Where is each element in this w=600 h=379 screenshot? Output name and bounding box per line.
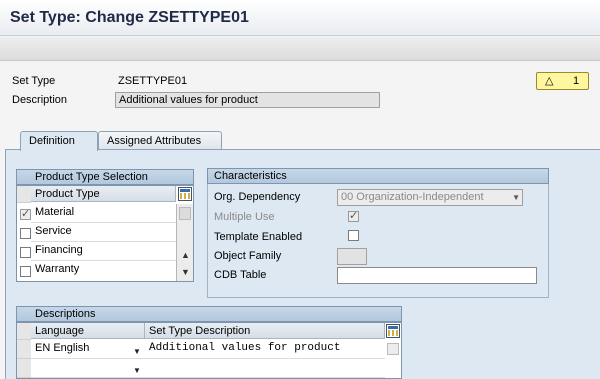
- language-value: EN English: [35, 342, 90, 354]
- template-enabled-label: Template Enabled: [214, 231, 303, 243]
- descriptions-title: Descriptions: [35, 308, 96, 320]
- row-label-service: Service: [35, 225, 72, 237]
- object-family-input[interactable]: [337, 248, 367, 265]
- description-value: Additional values for product: [119, 94, 258, 106]
- message-count: 1: [573, 75, 580, 87]
- product-type-selection-header: Product Type Selection: [16, 169, 194, 185]
- checkbox-financing[interactable]: [20, 247, 31, 258]
- row-selector[interactable]: [17, 340, 31, 359]
- description-label: Description: [12, 94, 68, 106]
- table-settings-icon[interactable]: [386, 324, 400, 338]
- multiple-use-checkbox[interactable]: [348, 209, 359, 222]
- object-family-label: Object Family: [214, 250, 282, 262]
- chevron-down-icon[interactable]: ▼: [133, 366, 141, 375]
- chevron-down-icon: ▼: [512, 193, 520, 202]
- description-cell[interactable]: Additional values for product: [145, 340, 385, 359]
- tab-definition[interactable]: Definition: [20, 131, 98, 151]
- language-column-label: Language: [35, 325, 84, 337]
- cdb-table-label: CDB Table: [214, 269, 267, 281]
- characteristics-header: Characteristics: [207, 168, 549, 184]
- tab-definition-label: Definition: [29, 135, 75, 147]
- set-type-description-column-header[interactable]: Set Type Description: [145, 323, 385, 339]
- checkbox-warranty[interactable]: [20, 266, 31, 277]
- list-item: Service: [31, 223, 176, 242]
- messages-button[interactable]: △ 1: [536, 72, 589, 90]
- chevron-down-icon[interactable]: ▼: [133, 347, 141, 356]
- row-label-financing: Financing: [35, 244, 83, 256]
- language-cell[interactable]: EN English: [31, 340, 145, 359]
- org-dependency-select[interactable]: 00 Organization-Independent ▼: [337, 189, 523, 206]
- application-toolbar: [0, 37, 600, 61]
- language-cell[interactable]: [31, 359, 145, 378]
- list-item: Financing: [31, 242, 176, 261]
- product-type-column-header[interactable]: Product Type: [31, 186, 176, 202]
- org-dependency-value: 00 Organization-Independent: [341, 191, 484, 203]
- vertical-scrollbar[interactable]: ▲ ▼: [176, 204, 193, 281]
- description-cell-value: Additional values for product: [149, 342, 341, 354]
- list-item: Warranty: [31, 261, 176, 280]
- settype-label: Set Type: [12, 75, 56, 87]
- settype-value: ZSETTYPE01: [118, 75, 188, 87]
- scroll-thumb[interactable]: [179, 207, 191, 220]
- multiple-use-label: Multiple Use: [214, 211, 275, 223]
- tab-assigned-attributes[interactable]: Assigned Attributes: [98, 131, 222, 150]
- descriptions-table: Language Set Type Description EN English…: [16, 322, 402, 379]
- descriptions-header: Descriptions: [16, 306, 402, 322]
- product-type-table: Product Type Material Service Financing …: [16, 185, 194, 282]
- row-selector[interactable]: [17, 359, 31, 378]
- checkbox-material[interactable]: [20, 207, 31, 220]
- template-enabled-checkbox[interactable]: [348, 230, 359, 241]
- language-column-header[interactable]: Language: [31, 323, 145, 339]
- org-dependency-label: Org. Dependency: [214, 191, 301, 203]
- product-type-selection-title: Product Type Selection: [35, 171, 148, 183]
- row-selector-header: [17, 186, 31, 203]
- cdb-table-input[interactable]: [337, 267, 537, 284]
- description-cell[interactable]: [145, 359, 385, 378]
- characteristics-title: Characteristics: [214, 170, 287, 182]
- row-selector-header: [17, 323, 31, 340]
- description-field: Additional values for product: [115, 92, 380, 108]
- product-type-column-label: Product Type: [35, 188, 100, 200]
- table-settings-icon[interactable]: [178, 187, 192, 201]
- scroll-up-icon[interactable]: ▲: [181, 250, 190, 260]
- list-item: Material: [31, 204, 176, 223]
- window-title: Set Type: Change ZSETTYPE01: [10, 9, 249, 26]
- set-type-description-column-label: Set Type Description: [149, 325, 251, 337]
- scroll-thumb[interactable]: [387, 343, 399, 355]
- warning-icon: △: [545, 75, 554, 87]
- row-label-material: Material: [35, 206, 75, 218]
- row-label-warranty: Warranty: [35, 263, 80, 275]
- checkbox-service[interactable]: [20, 228, 31, 239]
- tab-assigned-attributes-label: Assigned Attributes: [107, 135, 202, 147]
- title-bar: Set Type: Change ZSETTYPE01: [0, 0, 600, 36]
- scroll-down-icon[interactable]: ▼: [181, 267, 190, 277]
